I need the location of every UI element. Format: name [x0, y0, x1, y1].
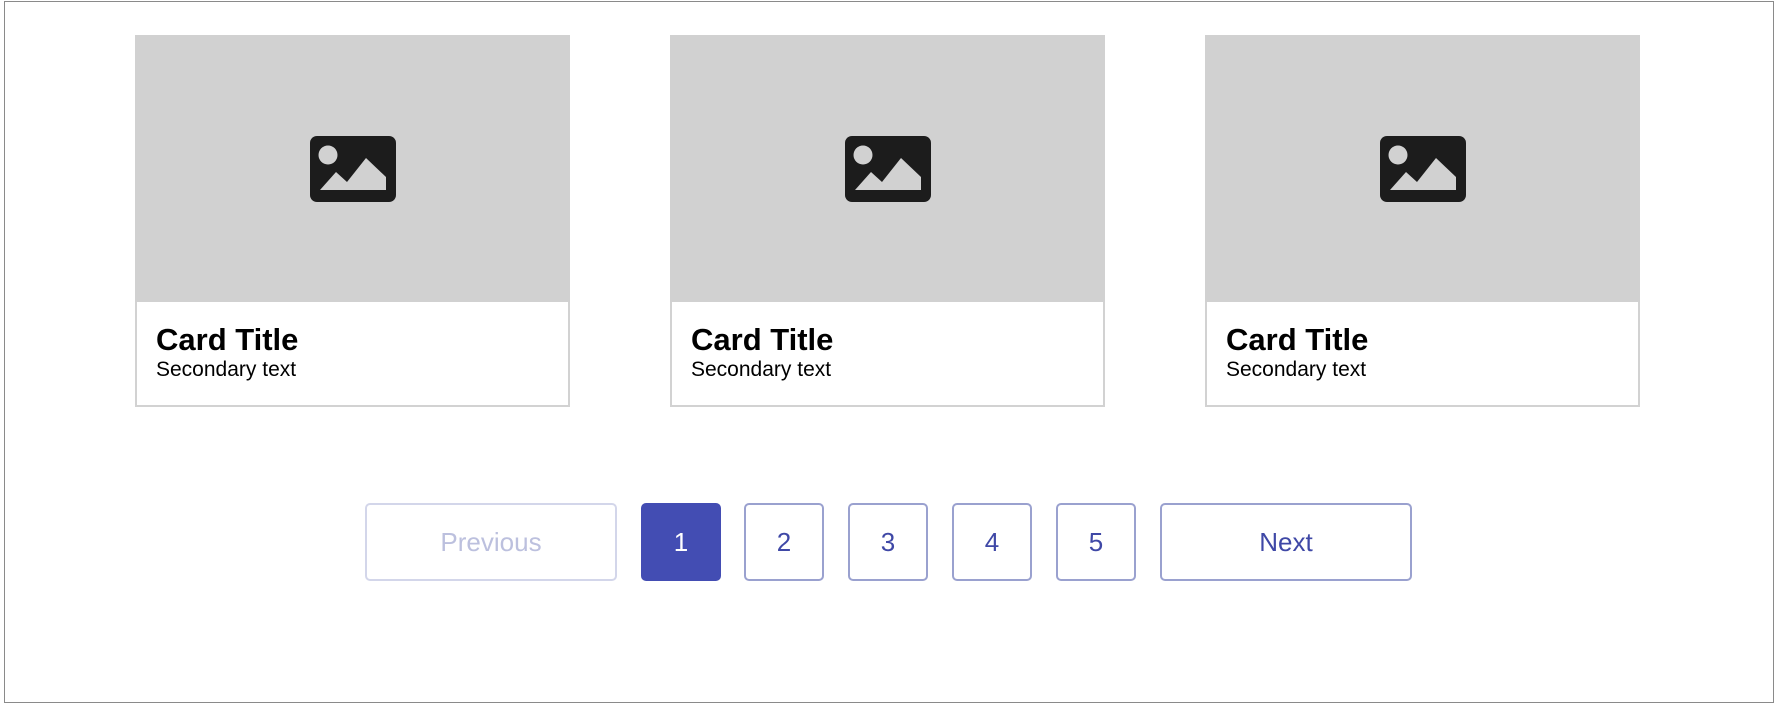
image-placeholder-icon: [309, 135, 396, 202]
card-title: Card Title: [156, 322, 299, 357]
card-subtitle: Secondary text: [691, 358, 832, 381]
card-media: [1205, 35, 1640, 302]
card-media: [670, 35, 1105, 302]
page-5-button[interactable]: 5: [1056, 503, 1136, 581]
card-title: Card Title: [1226, 322, 1369, 357]
image-placeholder-icon: [1379, 135, 1466, 202]
page-4-button[interactable]: 4: [952, 503, 1032, 581]
previous-button[interactable]: Previous: [365, 503, 617, 581]
page-1-button[interactable]: 1: [641, 503, 721, 581]
card-1[interactable]: Card Title Secondary text: [135, 35, 570, 407]
page-2-button[interactable]: 2: [744, 503, 824, 581]
card-3[interactable]: Card Title Secondary text: [1205, 35, 1640, 407]
card-media: [135, 35, 570, 302]
image-placeholder-icon: [844, 135, 931, 202]
page-3-button[interactable]: 3: [848, 503, 928, 581]
card-2[interactable]: Card Title Secondary text: [670, 35, 1105, 407]
card-subtitle: Secondary text: [1226, 358, 1367, 381]
card-title: Card Title: [691, 322, 834, 357]
next-button[interactable]: Next: [1160, 503, 1412, 581]
card-subtitle: Secondary text: [156, 358, 297, 381]
